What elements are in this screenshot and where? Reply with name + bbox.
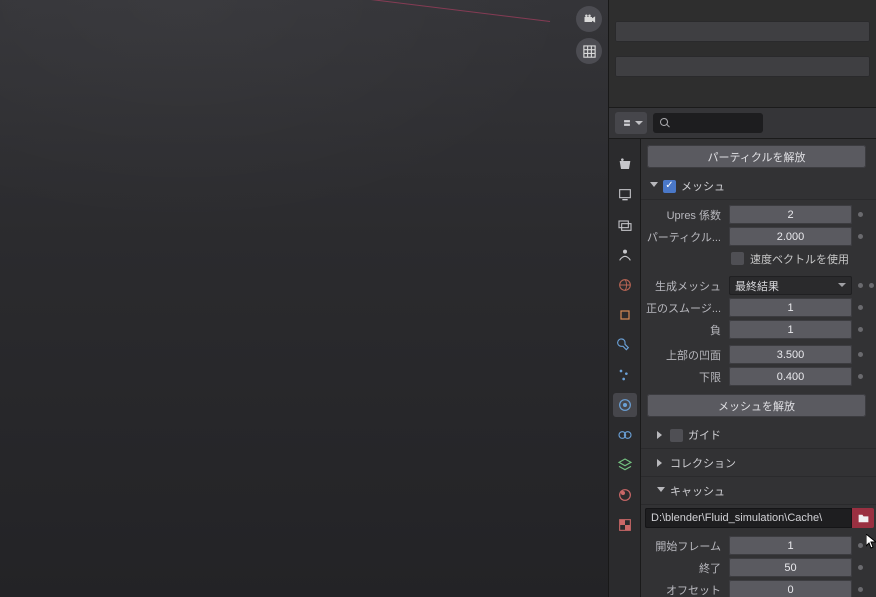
section-collection-label: コレクション bbox=[670, 455, 736, 471]
disclosure-closed-icon bbox=[657, 459, 665, 467]
section-guide-header[interactable]: ガイド bbox=[641, 421, 876, 449]
tab-render[interactable] bbox=[613, 153, 637, 177]
particle-radius-label: パーティクル... bbox=[645, 229, 725, 245]
disclosure-open-icon bbox=[650, 182, 658, 190]
tab-material[interactable] bbox=[613, 483, 637, 507]
anim-dot[interactable] bbox=[858, 352, 863, 357]
gen-mesh-label: 生成メッシュ bbox=[645, 278, 725, 294]
top-concave-field[interactable]: 3.500 bbox=[729, 345, 852, 364]
gen-mesh-value: 最終結果 bbox=[735, 278, 779, 294]
tab-world[interactable] bbox=[613, 273, 637, 297]
camera-view-button[interactable] bbox=[576, 6, 602, 32]
properties-type-select[interactable] bbox=[615, 112, 647, 134]
tab-output[interactable] bbox=[613, 183, 637, 207]
lower-label: 下限 bbox=[645, 369, 725, 385]
pos-smoothing-field[interactable]: 1 bbox=[729, 298, 852, 317]
chevron-down-icon bbox=[635, 121, 643, 126]
anim-dot[interactable] bbox=[858, 374, 863, 379]
velocity-vectors-label: 速度ベクトルを使用 bbox=[750, 251, 849, 267]
anim-dot[interactable] bbox=[858, 565, 863, 570]
anim-dot[interactable] bbox=[858, 212, 863, 217]
section-mesh-header[interactable]: メッシュ bbox=[641, 172, 876, 200]
chevron-down-icon bbox=[838, 283, 846, 289]
anim-dot[interactable] bbox=[858, 234, 863, 239]
velocity-vectors-checkbox[interactable] bbox=[731, 252, 744, 265]
section-cache-label: キャッシュ bbox=[670, 483, 725, 499]
disclosure-closed-icon bbox=[657, 431, 665, 439]
section-cache-header[interactable]: キャッシュ bbox=[641, 477, 876, 505]
section-collection-header[interactable]: コレクション bbox=[641, 449, 876, 477]
anim-dot[interactable] bbox=[858, 543, 863, 548]
free-mesh-button[interactable]: メッシュを解放 bbox=[647, 394, 866, 417]
tab-particles[interactable] bbox=[613, 363, 637, 387]
free-particles-button[interactable]: パーティクルを解放 bbox=[647, 145, 866, 168]
properties-search-input[interactable] bbox=[653, 113, 763, 133]
tab-physics[interactable] bbox=[613, 393, 637, 417]
tab-view-layer[interactable] bbox=[613, 213, 637, 237]
neg-label: 負 bbox=[645, 322, 725, 338]
disclosure-open-icon bbox=[657, 487, 665, 495]
tab-constraint[interactable] bbox=[613, 423, 637, 447]
neg-field[interactable]: 1 bbox=[729, 320, 852, 339]
top-concave-label: 上部の凹面 bbox=[645, 347, 725, 363]
anim-dot[interactable] bbox=[858, 587, 863, 592]
gen-mesh-select[interactable]: 最終結果 bbox=[729, 276, 852, 295]
anim-dot[interactable] bbox=[858, 327, 863, 332]
section-mesh-label: メッシュ bbox=[681, 178, 725, 194]
anim-dot[interactable] bbox=[858, 305, 863, 310]
tab-scene[interactable] bbox=[613, 243, 637, 267]
header-field-1[interactable] bbox=[615, 21, 870, 42]
offset-field[interactable]: 0 bbox=[729, 580, 852, 597]
header-field-2[interactable] bbox=[615, 56, 870, 77]
upres-label: Upres 係数 bbox=[645, 207, 725, 223]
upres-field[interactable]: 2 bbox=[729, 205, 852, 224]
section-guide-label: ガイド bbox=[688, 427, 721, 443]
properties-tab-column bbox=[609, 139, 641, 597]
3d-viewport[interactable] bbox=[0, 0, 608, 597]
anim-dot[interactable] bbox=[869, 283, 874, 288]
tab-data[interactable] bbox=[613, 453, 637, 477]
offset-label: オフセット bbox=[645, 582, 725, 597]
physics-panel: パーティクルを解放 メッシュ Upres 係数 2 パーティクル... 2.00… bbox=[641, 139, 876, 597]
top-properties-area bbox=[609, 0, 876, 107]
tab-modifiers[interactable] bbox=[613, 333, 637, 357]
start-frame-field[interactable]: 1 bbox=[729, 536, 852, 555]
end-frame-field[interactable]: 50 bbox=[729, 558, 852, 577]
folder-icon bbox=[857, 512, 870, 525]
lower-field[interactable]: 0.400 bbox=[729, 367, 852, 386]
cache-browse-button[interactable] bbox=[852, 508, 874, 528]
end-frame-label: 終了 bbox=[645, 560, 725, 576]
viewport-horizon-line bbox=[0, 0, 550, 22]
tab-object[interactable] bbox=[613, 303, 637, 327]
anim-dot[interactable] bbox=[858, 283, 863, 288]
start-frame-label: 開始フレーム bbox=[645, 538, 725, 554]
search-icon bbox=[659, 117, 671, 129]
tab-texture[interactable] bbox=[613, 513, 637, 537]
pos-smoothing-label: 正のスムージ... bbox=[645, 300, 725, 316]
cache-path-input[interactable]: D:\blender\Fluid_simulation\Cache\ bbox=[645, 508, 852, 528]
guide-checkbox[interactable] bbox=[670, 429, 683, 442]
grid-view-button[interactable] bbox=[576, 38, 602, 64]
mesh-checkbox[interactable] bbox=[663, 180, 676, 193]
particle-radius-field[interactable]: 2.000 bbox=[729, 227, 852, 246]
